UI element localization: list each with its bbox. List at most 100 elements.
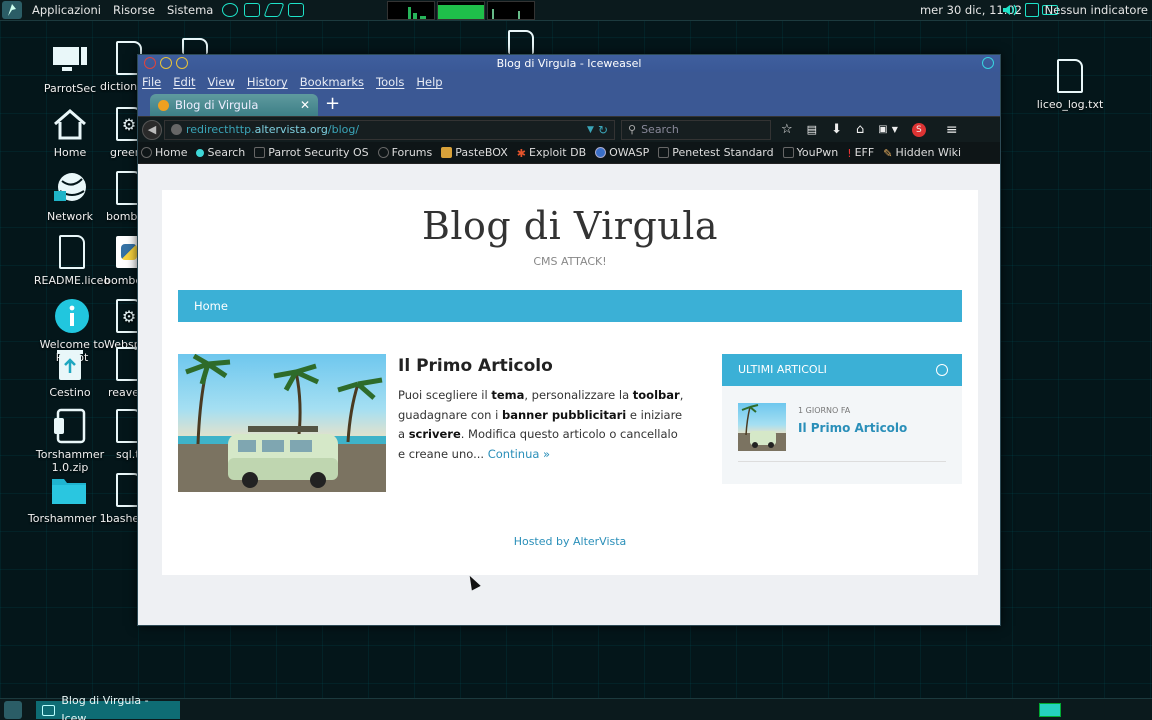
reload-icon[interactable]: ↻ xyxy=(598,123,608,137)
window-menu-icon[interactable] xyxy=(982,57,994,69)
post-thumbnail[interactable] xyxy=(178,354,386,492)
maximize-window-icon[interactable] xyxy=(176,57,188,69)
home-icon[interactable]: ⌂ xyxy=(856,122,864,137)
bottom-panel: Blog di Virgula - Icew... xyxy=(0,694,1152,720)
globe-icon xyxy=(377,147,389,158)
desktop-icon-parrotsec[interactable]: ParrotSec xyxy=(34,40,106,95)
cpu-graph xyxy=(387,0,436,20)
bookmark-icon xyxy=(658,147,670,158)
menu-view[interactable]: View xyxy=(208,75,235,89)
widget-post-link[interactable]: Il Primo Articolo xyxy=(798,421,907,435)
menu-file[interactable]: File xyxy=(142,75,161,89)
addon-dropdown-icon[interactable]: ▼ xyxy=(892,125,898,134)
desktop-icon-label: Cestino xyxy=(49,386,91,399)
footer-hosted-by[interactable]: Hosted by AlterVista xyxy=(162,535,978,548)
menu-applicazioni[interactable]: Applicazioni xyxy=(26,3,107,17)
desktop-icon-cestino[interactable]: Cestino xyxy=(34,344,106,399)
desktop-icon-home[interactable]: Home xyxy=(34,104,106,159)
bookmark-youpwn[interactable]: YouPwn xyxy=(782,146,838,159)
desktop-icon-label: liceo_log.txt xyxy=(1036,98,1104,111)
hamburger-menu-icon[interactable]: ≡ xyxy=(946,122,958,138)
download-icon[interactable]: ⬇ xyxy=(831,122,842,137)
url-domain: altervista.org xyxy=(254,123,328,136)
file-icon xyxy=(1057,59,1083,93)
tab-blog-di-virgula[interactable]: Blog di Virgula ✕ xyxy=(150,94,318,116)
bookmark-parrot-security-os[interactable]: Parrot Security OS xyxy=(254,146,369,159)
site-title[interactable]: Blog di Virgula xyxy=(162,204,978,248)
volume-icon[interactable] xyxy=(1002,3,1017,17)
parrot-menu-icon[interactable] xyxy=(2,1,22,19)
mail-launcher-icon[interactable] xyxy=(244,3,261,17)
search-input[interactable]: ⚲ Search xyxy=(621,119,771,140)
bookmark-penetest-standard[interactable]: Penetest Standard xyxy=(658,146,774,159)
menu-help[interactable]: Help xyxy=(416,75,442,89)
desktop-icon-torshammer-zip[interactable]: Torshammer 1.0.zip xyxy=(22,406,118,474)
desktop-icon-network[interactable]: Network xyxy=(34,168,106,223)
network-graph xyxy=(487,0,536,20)
workspace-switcher[interactable] xyxy=(1039,703,1061,717)
bookmark-hidden-wiki[interactable]: ✎ Hidden Wiki xyxy=(883,146,961,160)
show-desktop-icon[interactable] xyxy=(4,701,22,719)
widget-header: ULTIMI ARTICOLI xyxy=(722,354,962,386)
pen-icon: ✎ xyxy=(883,147,893,160)
file-icon[interactable] xyxy=(182,38,208,54)
nav-home-link[interactable]: Home xyxy=(194,299,228,313)
excerpt-bold: scrivere xyxy=(408,427,461,441)
taskbar-item-browser[interactable]: Blog di Virgula - Icew... xyxy=(36,694,180,720)
globe-icon xyxy=(171,124,182,135)
bug-icon: ✱ xyxy=(516,147,526,160)
bookmark-home[interactable]: Home xyxy=(141,146,187,159)
taskbar-item-label: Blog di Virgula - Icew... xyxy=(61,694,149,720)
desktop-icon-torshammer-folder[interactable]: Torshammer 1. xyxy=(24,470,114,525)
url-path: /blog/ xyxy=(327,123,360,136)
editor-launcher-icon[interactable] xyxy=(263,3,285,17)
close-tab-icon[interactable]: ✕ xyxy=(300,98,310,112)
menu-tools[interactable]: Tools xyxy=(376,75,404,89)
widget-post-thumbnail[interactable] xyxy=(738,403,786,451)
new-tab-button[interactable]: + xyxy=(325,93,340,114)
desktop-icon-liceo-log[interactable]: liceo_log.txt xyxy=(1030,56,1110,111)
bookmark-pastebox[interactable]: PasteBOX xyxy=(441,146,508,159)
bookmark-icon xyxy=(254,147,266,158)
file-icon[interactable] xyxy=(508,30,534,54)
search-icon: ⚲ xyxy=(628,123,637,136)
url-bar[interactable]: redirecthttp. altervista.org /blog/ ▼ ↻ xyxy=(164,119,615,140)
terminal-launcher-icon[interactable] xyxy=(288,3,305,17)
bookmark-icon xyxy=(782,147,794,158)
trash-icon xyxy=(57,350,83,380)
display-icon[interactable] xyxy=(1025,3,1039,17)
dropdown-icon[interactable]: ▼ xyxy=(587,125,594,135)
menu-edit[interactable]: Edit xyxy=(173,75,195,89)
circle-icon xyxy=(196,148,205,157)
post-title[interactable]: Il Primo Articolo xyxy=(398,356,553,376)
bookmark-search[interactable]: Search xyxy=(196,146,245,159)
bookmark-forums[interactable]: Forums xyxy=(377,146,432,159)
tab-strip: Blog di Virgula ✕ + xyxy=(138,92,1000,116)
desktop-icon-readme[interactable]: README.liceo xyxy=(30,232,114,287)
back-button[interactable]: ◀ xyxy=(142,119,162,140)
tab-title: Blog di Virgula xyxy=(175,98,259,112)
continue-reading-link[interactable]: Continua » xyxy=(488,447,550,461)
window-titlebar[interactable]: Blog di Virgula - Iceweasel xyxy=(138,55,1000,72)
excerpt-bold: toolbar xyxy=(632,388,680,402)
menu-bookmarks[interactable]: Bookmarks xyxy=(300,75,364,89)
desktop-icon-label: Home xyxy=(53,146,87,159)
paste-icon xyxy=(441,147,453,158)
reader-list-icon[interactable]: ▤ xyxy=(807,123,817,136)
menu-sistema[interactable]: Sistema xyxy=(161,3,219,17)
minimize-window-icon[interactable] xyxy=(160,57,172,69)
bookmark-exploit-db[interactable]: ✱ Exploit DB xyxy=(516,146,586,160)
menu-history[interactable]: History xyxy=(247,75,288,89)
info-icon xyxy=(55,299,89,333)
excerpt-text: Puoi scegliere il xyxy=(398,388,492,402)
browser-launcher-icon[interactable] xyxy=(222,3,239,17)
menu-risorse[interactable]: Risorse xyxy=(107,3,161,17)
bookmark-eff[interactable]: ! EFF xyxy=(847,146,874,160)
shield-icon[interactable]: S xyxy=(911,122,926,137)
close-window-icon[interactable] xyxy=(144,57,156,69)
indicator-applet[interactable]: Nessun indicatore xyxy=(1045,3,1148,17)
desktop-icon-label: README.liceo xyxy=(33,274,111,287)
addon-icon[interactable]: ▣ xyxy=(878,124,887,135)
bookmark-star-icon[interactable]: ☆ xyxy=(781,122,793,137)
bookmark-owasp[interactable]: OWASP xyxy=(595,146,649,159)
